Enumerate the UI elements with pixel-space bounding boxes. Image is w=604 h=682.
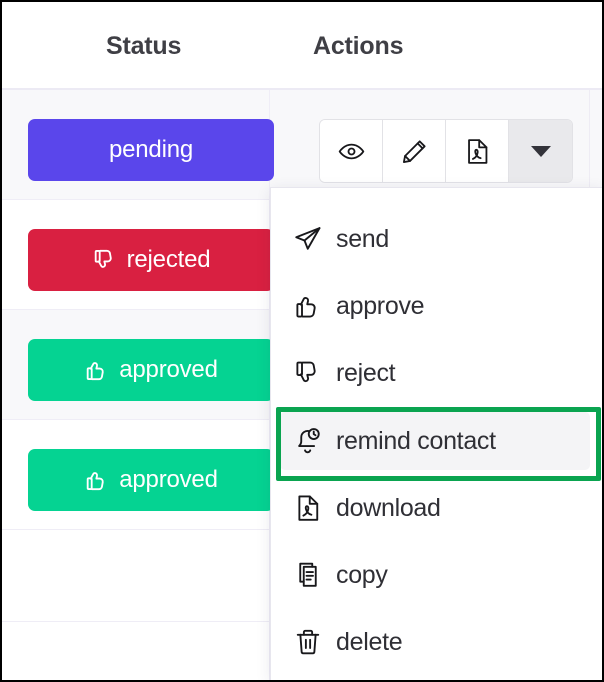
- menu-item-label: remind contact: [336, 426, 496, 455]
- menu-item-label: send: [336, 224, 390, 253]
- menu-item-approve[interactable]: approve: [280, 277, 590, 335]
- thumbs-down-icon: [92, 247, 118, 273]
- menu-item-label: delete: [336, 627, 403, 656]
- thumbs-down-icon: [280, 358, 336, 388]
- status-badge-label: pending: [108, 136, 194, 163]
- view-button[interactable]: [320, 120, 383, 182]
- column-header-actions: Actions: [313, 32, 404, 60]
- paper-plane-icon: [280, 224, 336, 254]
- table-header-row: Status Actions: [2, 2, 602, 90]
- copy-icon: [280, 560, 336, 590]
- pdf-button[interactable]: [446, 120, 509, 182]
- trash-icon: [280, 627, 336, 657]
- status-badge-label: approved: [119, 466, 218, 493]
- more-button[interactable]: [509, 120, 572, 182]
- menu-item-label: download: [336, 493, 441, 522]
- action-button-group: [319, 119, 573, 183]
- status-badge-label: rejected: [126, 246, 211, 273]
- bell-clock-icon: [280, 426, 336, 456]
- thumbs-up-icon: [84, 357, 110, 383]
- menu-item-label: approve: [336, 291, 425, 320]
- screenshot-frame: Status Actions pending rejected approved…: [0, 0, 604, 682]
- thumbs-up-icon: [84, 467, 110, 493]
- menu-item-download[interactable]: download: [280, 479, 590, 537]
- edit-button[interactable]: [383, 120, 446, 182]
- thumbs-up-icon: [280, 291, 336, 321]
- eye-icon: [337, 137, 366, 166]
- column-header-status: Status: [106, 32, 182, 60]
- pdf-file-icon: [280, 493, 336, 523]
- pdf-file-icon: [463, 137, 492, 166]
- menu-item-send[interactable]: send: [280, 210, 590, 268]
- menu-item-label: copy: [336, 560, 388, 589]
- status-badge: pending: [28, 119, 274, 181]
- menu-item-remind-contact[interactable]: remind contact: [280, 412, 590, 470]
- status-actions-table: Status Actions pending rejected approved…: [2, 2, 602, 680]
- actions-dropdown-menu: send approve reject remind contact downl…: [270, 187, 602, 680]
- menu-item-delete[interactable]: delete: [280, 613, 590, 671]
- status-badge: approved: [28, 449, 274, 511]
- status-badge: rejected: [28, 229, 274, 291]
- pencil-icon: [400, 137, 429, 166]
- status-badge-label: approved: [119, 356, 218, 383]
- menu-item-reject[interactable]: reject: [280, 344, 590, 402]
- status-badge: approved: [28, 339, 274, 401]
- menu-item-label: reject: [336, 358, 396, 387]
- menu-item-copy[interactable]: copy: [280, 546, 590, 604]
- caret-down-icon: [530, 145, 551, 157]
